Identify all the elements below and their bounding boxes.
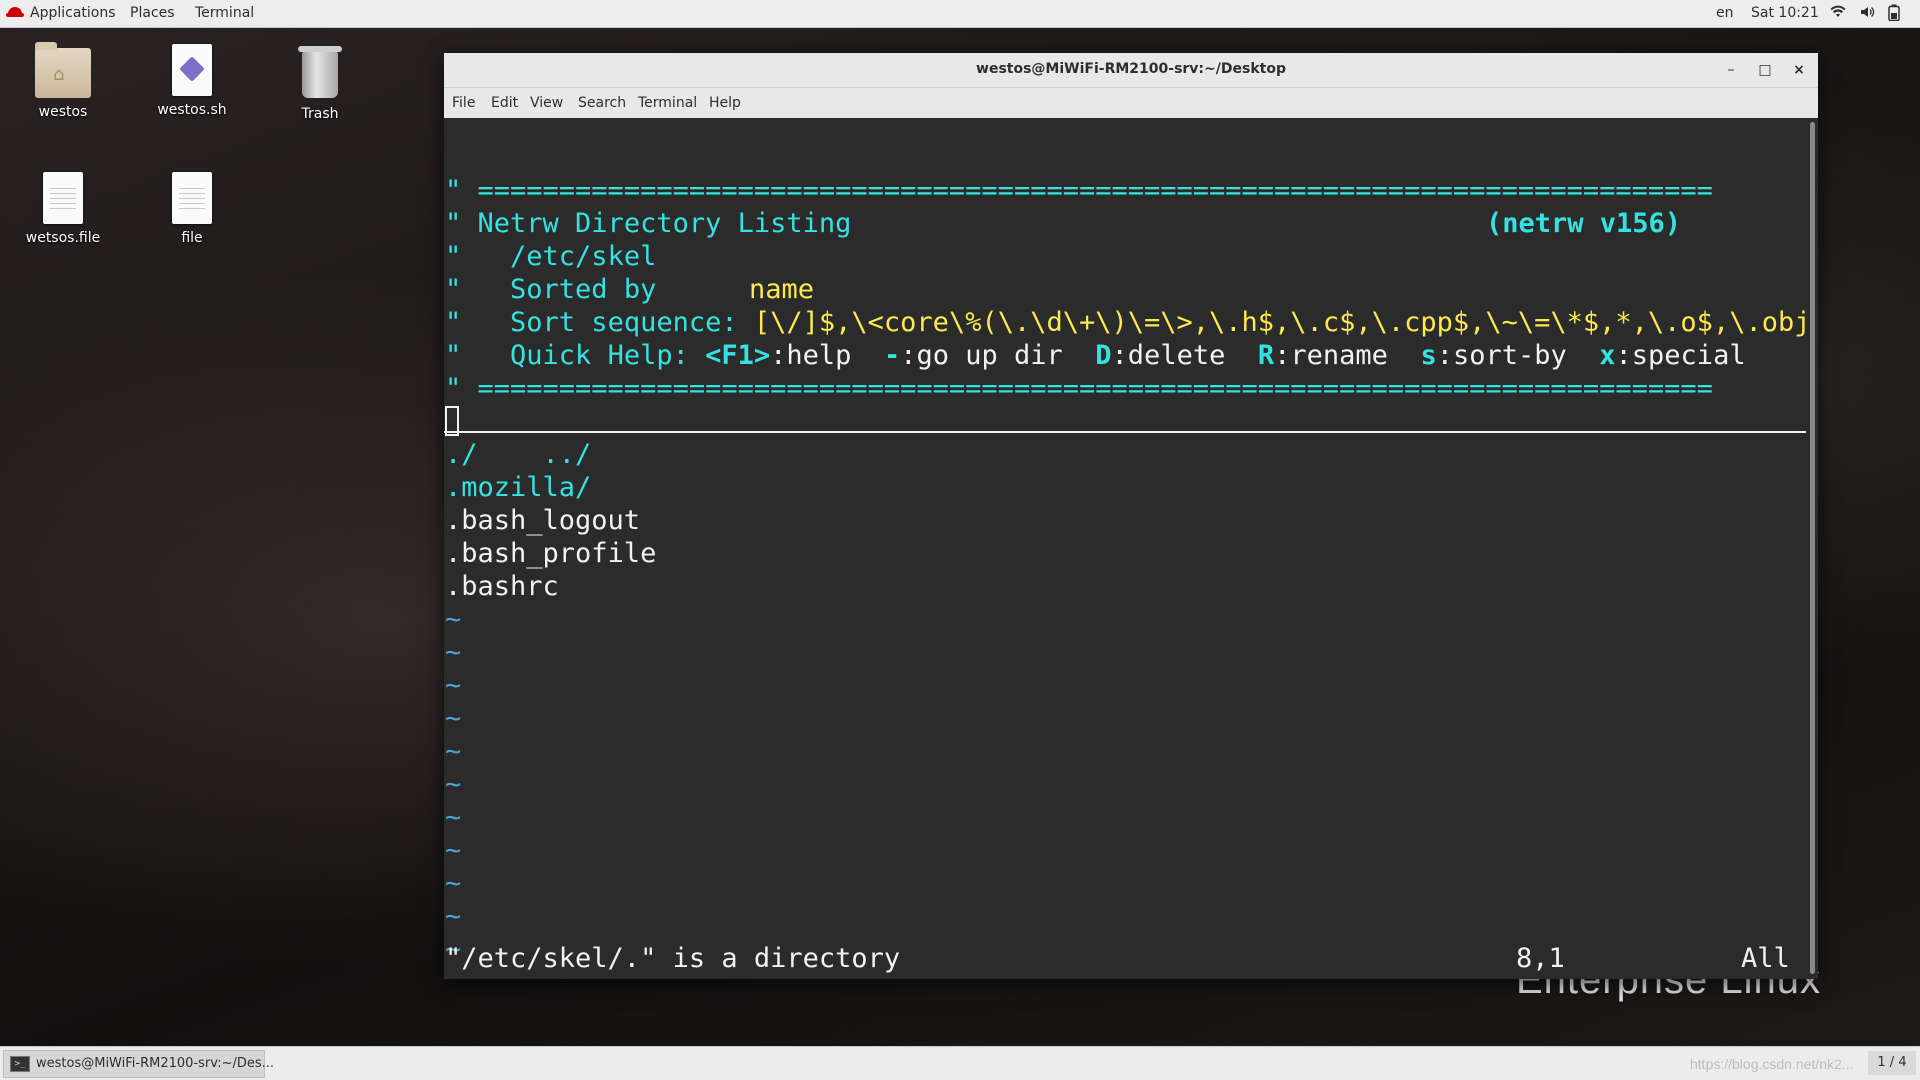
desktop-icon-westos-sh[interactable]: westos.sh (137, 44, 247, 118)
clock[interactable]: Sat 10:21 (1751, 4, 1819, 23)
empty-line-tilde: ~ (445, 736, 462, 767)
script-file-icon (172, 44, 212, 96)
terminal-scrollbar[interactable] (1806, 118, 1818, 979)
input-language-indicator[interactable]: en (1716, 4, 1734, 23)
desktop-icon-westos[interactable]: ⌂ westos (8, 42, 118, 120)
empty-line-tilde: ~ (445, 637, 462, 668)
desktop-icon-trash[interactable]: Trash (265, 46, 375, 122)
vim-cursor-position: 8,1 (1516, 943, 1565, 974)
taskbar-window-label: westos@MiWiFi-RM2100-srv:~/Des... (36, 1056, 275, 1071)
menu-view[interactable]: View (530, 95, 563, 111)
scrollbar-thumb[interactable] (1810, 122, 1815, 974)
terminal-menubar: File Edit View Search Terminal Help (444, 88, 1818, 118)
maximize-button[interactable]: □ (1754, 59, 1776, 81)
empty-line-tilde: ~ (445, 769, 462, 800)
places-menu[interactable]: Places (130, 4, 175, 23)
listing-entry[interactable]: .mozilla/ (445, 471, 591, 504)
empty-line-tilde: ~ (445, 868, 462, 899)
vim-scroll-indicator: All (1741, 943, 1790, 974)
help-desc: :rename (1274, 340, 1388, 371)
help-key: R (1257, 340, 1275, 371)
desktop-icon-label: westos (38, 104, 88, 120)
help-desc: :sort-by (1436, 340, 1567, 371)
help-key: s (1420, 340, 1437, 371)
terminal-app-menu[interactable]: Terminal (195, 4, 254, 23)
desktop-icon-label: file (181, 230, 203, 246)
sort-sequence-label: Sort sequence: (510, 307, 738, 338)
close-button[interactable]: × (1788, 59, 1810, 81)
netrw-path: /etc/skel (510, 241, 657, 272)
vim-status-message: "/etc/skel/." is a directory (445, 943, 901, 974)
listing-entry[interactable]: .bash_profile (445, 537, 656, 570)
listing-entry-name: ../ (542, 439, 592, 470)
empty-line-tilde: ~ (445, 802, 462, 833)
menu-help[interactable]: Help (709, 95, 741, 111)
netrw-sorted-line: " Sorted by (445, 274, 657, 305)
netrw-sortseq-line: " Sort sequence: [\/]$,\<core\%(\.\d\+\)… (445, 306, 1806, 339)
trash-icon (298, 46, 342, 98)
watermark-url: https://blog.csdn.net/nk2... (1690, 1056, 1854, 1072)
desktop-icon-label: wetsos.file (25, 230, 101, 246)
help-key: <F1> (705, 340, 771, 371)
menu-edit[interactable]: Edit (491, 95, 518, 111)
cursorline-underline (444, 431, 1806, 433)
desktop-icon-file[interactable]: file (137, 172, 247, 246)
empty-line-tilde: ~ (445, 835, 462, 866)
netrw-title: Netrw Directory Listing (477, 208, 852, 239)
window-titlebar[interactable]: westos@MiWiFi-RM2100-srv:~/Desktop – □ × (444, 53, 1818, 88)
sorted-by-label: Sorted by (510, 274, 657, 305)
help-desc: :go up dir (900, 340, 1063, 371)
text-file-icon (43, 172, 83, 224)
netrw-path-line: " /etc/skel (445, 241, 657, 272)
volume-icon[interactable] (1859, 4, 1875, 24)
help-desc: :delete (1111, 340, 1226, 371)
top-panel: Applications Places Terminal en Sat 10:2… (0, 0, 1920, 28)
taskbar-window-item[interactable]: >_ westos@MiWiFi-RM2100-srv:~/Des... (3, 1050, 274, 1078)
bottom-taskbar: >_ westos@MiWiFi-RM2100-srv:~/Des... htt… (0, 1046, 1920, 1080)
sort-sequence-value: [\/]$,\<core\%(\.\d\+\)\=\>,\.h$,\.c$,\.… (753, 307, 1806, 338)
help-desc: :special (1615, 340, 1746, 371)
netrw-header: " Netrw Directory Listing (445, 208, 852, 239)
desktop-icon-label: westos.sh (157, 102, 227, 118)
workspace-indicator[interactable]: 1 / 4 (1868, 1051, 1916, 1075)
terminal-icon: >_ (10, 1056, 30, 1072)
quick-help-label: Quick Help: (510, 340, 689, 371)
listing-entry[interactable]: ./ (445, 438, 478, 471)
help-key: x (1599, 340, 1616, 371)
terminal-window[interactable]: westos@MiWiFi-RM2100-srv:~/Desktop – □ ×… (444, 53, 1818, 979)
minimize-button[interactable]: – (1720, 59, 1742, 81)
netrw-rule-top: " ======================================… (445, 175, 1713, 206)
menu-file[interactable]: File (452, 95, 475, 111)
empty-line-tilde: ~ (445, 703, 462, 734)
listing-entry[interactable]: .bash_logout (445, 504, 640, 537)
text-file-icon (172, 172, 212, 224)
help-key: D (1095, 340, 1112, 371)
desktop-icon-wetsos-file[interactable]: wetsos.file (8, 172, 118, 246)
battery-icon[interactable] (1888, 4, 1900, 25)
help-key: - (883, 340, 901, 371)
listing-entry-current[interactable]: ../ (445, 405, 591, 470)
redhat-logo-icon[interactable] (6, 7, 24, 17)
window-title: westos@MiWiFi-RM2100-srv:~/Desktop (976, 61, 1286, 77)
applications-menu[interactable]: Applications (30, 4, 116, 23)
netrw-rule-bottom: " ======================================… (445, 373, 1713, 404)
empty-line-tilde: ~ (445, 670, 462, 701)
home-folder-icon: ⌂ (35, 42, 91, 98)
empty-line-tilde: ~ (445, 604, 462, 635)
netrw-quickhelp-line: " Quick Help: <F1>:help -:go up dir D:de… (445, 340, 1746, 371)
sorted-by-value: name (749, 274, 815, 305)
menu-search[interactable]: Search (578, 95, 626, 111)
menu-terminal[interactable]: Terminal (638, 95, 697, 111)
desktop-icon-label: Trash (301, 106, 339, 122)
netrw-version: (netrw v156) (1486, 208, 1682, 239)
empty-line-tilde: ~ (445, 901, 462, 932)
listing-entry[interactable]: .bashrc (445, 570, 559, 603)
wifi-icon[interactable] (1830, 4, 1846, 24)
terminal-screen[interactable]: " ======================================… (444, 118, 1806, 979)
help-desc: :help (770, 340, 852, 371)
